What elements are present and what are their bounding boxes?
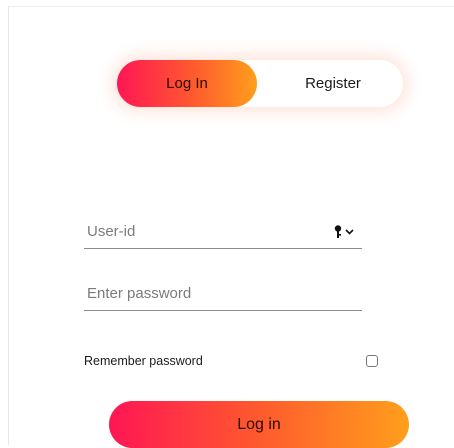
userid-input[interactable] (84, 220, 317, 242)
key-dropdown-button[interactable] (334, 225, 358, 239)
login-button[interactable]: Log in (109, 401, 409, 448)
auth-tab-switch: Log In Register (117, 60, 403, 107)
tab-login[interactable]: Log In (117, 60, 257, 107)
userid-field-container (84, 214, 362, 249)
remember-password-label: Remember password (84, 354, 203, 368)
remember-password-checkbox[interactable] (366, 355, 378, 367)
key-icon (334, 225, 354, 238)
login-card: Log In Register Remember password Log in (8, 6, 454, 448)
password-field-container (84, 276, 362, 311)
password-input[interactable] (84, 282, 317, 304)
chevron-down-icon (345, 229, 354, 235)
tab-register[interactable]: Register (263, 60, 403, 107)
remember-password-row: Remember password (84, 352, 380, 370)
